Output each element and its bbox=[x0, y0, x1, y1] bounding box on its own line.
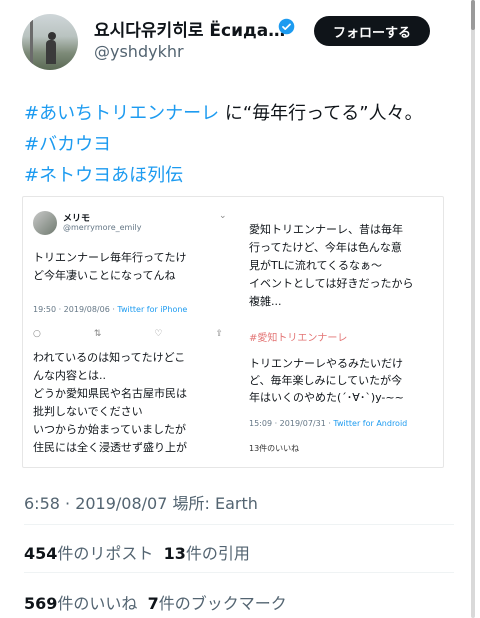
embedded-text-line: ど、毎年楽しみにしていたが今 bbox=[249, 374, 403, 387]
embedded-text-line: 年はいくのやめた(´･∀･`)y-~~ bbox=[249, 391, 404, 404]
embedded-meta: 19:50 · 2019/08/06 · Twitter for iPhone bbox=[33, 305, 187, 314]
divider bbox=[24, 524, 454, 525]
embedded-time: 19:50 · 2019/08/06 · bbox=[33, 305, 118, 314]
verified-badge-icon bbox=[278, 18, 295, 35]
embedded-text-line: いつからか始まっていましたが bbox=[33, 423, 187, 436]
hashtag-link[interactable]: #ネトウヨあほ列伝 bbox=[24, 160, 423, 191]
stats-row-1: 454件のリポスト 13件の引用 bbox=[24, 540, 250, 564]
scrollbar-track[interactable] bbox=[471, 0, 475, 618]
avatar-head bbox=[48, 32, 56, 40]
embedded-text-line: 住民には全く浸透せず盛り上が bbox=[33, 441, 187, 454]
tweet-timestamp[interactable]: 6:58 · 2019/08/07 場所: Earth bbox=[24, 490, 258, 514]
tweet-text: #あいちトリエンナーレ に“毎年行ってる”人々。 #バカウヨ #ネトウヨあほ列伝 bbox=[24, 98, 423, 191]
embedded-text-line: ど今年凄いことになってんね bbox=[33, 269, 176, 282]
divider bbox=[24, 572, 454, 573]
embedded-avatar bbox=[33, 211, 57, 235]
embedded-text-line: 批判しないでください bbox=[33, 405, 143, 418]
embedded-text-line: 複雑... bbox=[249, 295, 282, 308]
tweet-text-fragment: に“毎年行ってる”人々。 bbox=[219, 103, 423, 124]
retweet-icon: ⇅ bbox=[93, 329, 102, 339]
author-name[interactable]: 요시다유키히로 Ёсида… bbox=[94, 16, 285, 41]
embedded-text-line: われているのは知ってたけどこ bbox=[33, 351, 186, 364]
embedded-quote-stub: #愛知トリエンナーレ bbox=[249, 333, 348, 344]
embedded-time: 15:09 · 2019/07/31 · bbox=[249, 419, 334, 428]
hashtag-link[interactable]: #あいちトリエンナーレ bbox=[24, 103, 219, 124]
like-icon: ♡ bbox=[154, 329, 163, 339]
stats-row-2: 569件のいいね 7件のブックマーク bbox=[24, 590, 287, 614]
embedded-text-line: 行ってたけど、今年は色んな意 bbox=[249, 241, 402, 254]
chevron-down-icon: ⌄ bbox=[219, 211, 227, 221]
bookmarks-label[interactable]: 件のブックマーク bbox=[159, 594, 287, 613]
likes-label[interactable]: 件のいいね bbox=[57, 594, 137, 613]
quotes-label[interactable]: 件の引用 bbox=[186, 544, 250, 563]
tweet-line-1: #あいちトリエンナーレ に“毎年行ってる”人々。 bbox=[24, 98, 423, 129]
embedded-action-icons: ○ ⇅ ♡ ⇪ bbox=[33, 329, 223, 339]
embedded-tweet-right: 愛知トリエンナーレ、昔は毎年 行ってたけど、今年は色んな意 見がTLに流れてくる… bbox=[237, 197, 443, 467]
scrollbar-thumb[interactable] bbox=[471, 0, 475, 30]
embedded-meta: 15:09 · 2019/07/31 · Twitter for Android bbox=[249, 419, 407, 428]
embedded-text: トリエンナーレ毎年行ってたけ ど今年凄いことになってんね bbox=[33, 249, 186, 285]
embedded-text-2: トリエンナーレやるみたいだけ ど、毎年楽しみにしていたが今 年はいくのやめた(´… bbox=[249, 355, 404, 406]
embedded-text-line: イベントとしては好きだったから bbox=[249, 277, 414, 290]
embedded-handle: @merrymore_emily bbox=[63, 223, 142, 232]
share-icon: ⇪ bbox=[215, 329, 223, 339]
embedded-text-line: 見がTLに流れてくるなぁ〜 bbox=[249, 259, 382, 272]
follow-button[interactable]: フォローする bbox=[314, 16, 430, 46]
embedded-tweet-left: メリモ @merrymore_emily ⌄ トリエンナーレ毎年行ってたけ ど今… bbox=[23, 197, 233, 467]
embedded-source: Twitter for iPhone bbox=[117, 305, 188, 314]
embedded-likes: 13件のいいね bbox=[249, 444, 300, 453]
tweet-media-image[interactable]: メリモ @merrymore_emily ⌄ トリエンナーレ毎年行ってたけ ど今… bbox=[22, 196, 444, 468]
embedded-text-line: トリエンナーレやるみたいだけ bbox=[249, 357, 403, 370]
embedded-text-line: んな内容とは.. bbox=[33, 369, 106, 382]
embedded-text-line: 愛知トリエンナーレ、昔は毎年 bbox=[249, 223, 403, 236]
embedded-source: Twitter for Android bbox=[333, 419, 408, 428]
author-handle[interactable]: @yshdykhr bbox=[94, 42, 184, 61]
reply-icon: ○ bbox=[33, 329, 41, 339]
retweets-label[interactable]: 件のリポスト bbox=[57, 544, 153, 563]
avatar-person bbox=[46, 40, 56, 64]
embedded-text-line: トリエンナーレ毎年行ってたけ bbox=[33, 251, 187, 264]
avatar-pole bbox=[30, 20, 33, 64]
bookmarks-count[interactable]: 7 bbox=[148, 594, 159, 613]
quotes-count[interactable]: 13 bbox=[164, 544, 186, 563]
retweets-count[interactable]: 454 bbox=[24, 544, 57, 563]
author-avatar[interactable] bbox=[22, 14, 78, 70]
embedded-text-2: われているのは知ってたけどこ んな内容とは.. どうか愛知県民や名古屋市民は 批… bbox=[33, 349, 187, 457]
embedded-text: 愛知トリエンナーレ、昔は毎年 行ってたけど、今年は色んな意 見がTLに流れてくる… bbox=[249, 221, 413, 311]
hashtag-link[interactable]: #バカウヨ bbox=[24, 129, 423, 160]
embedded-text-line: どうか愛知県民や名古屋市民は bbox=[33, 387, 187, 400]
likes-count[interactable]: 569 bbox=[24, 594, 57, 613]
